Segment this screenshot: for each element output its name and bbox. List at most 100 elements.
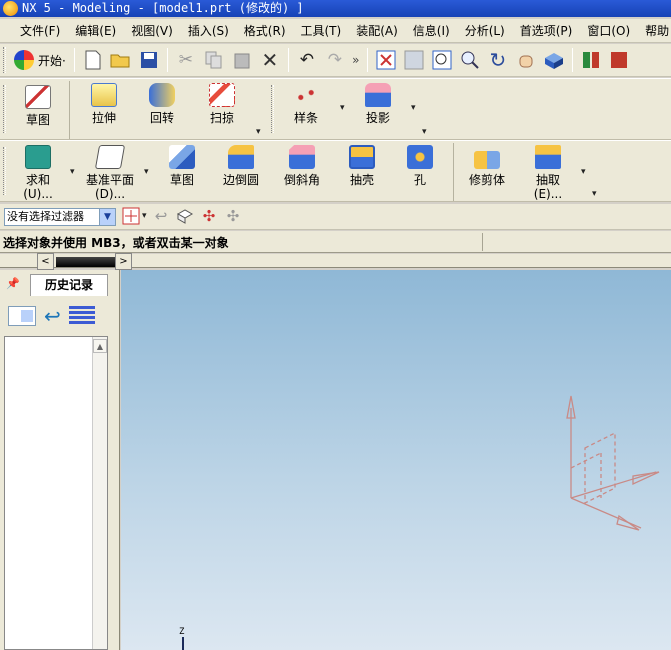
resource-bar-scroller: < > [0, 253, 671, 270]
sketch-group: 草图 [8, 81, 70, 139]
datum-plane-dropdown-arrow[interactable]: ▾ [144, 167, 149, 177]
snap-control-button[interactable]: ✣ [198, 205, 220, 227]
trim-body-label: 修剪体 [468, 173, 505, 187]
trim-body-icon [474, 151, 500, 169]
shell-button[interactable]: 抽壳 [342, 145, 382, 187]
hole-button[interactable]: 孔 [402, 145, 438, 187]
menu-edit[interactable]: 编辑(E) [68, 19, 124, 42]
scissors-icon: ✂ [178, 50, 193, 70]
undo-button[interactable]: ↶ [293, 47, 321, 73]
snap-point-button[interactable] [120, 205, 142, 227]
ribbon1-options-arrow[interactable]: ▾ [422, 127, 427, 137]
selection-filter-select[interactable]: 没有选择过滤器 ▼ [4, 208, 116, 226]
unite-dropdown-arrow[interactable]: ▾ [70, 167, 75, 177]
scroll-up-button[interactable]: ▲ [93, 339, 107, 353]
column-options-icon[interactable] [68, 306, 95, 326]
menu-insert[interactable]: 插入(S) [181, 19, 237, 42]
new-file-button[interactable] [79, 47, 107, 73]
rotate-button[interactable]: ↻ [484, 47, 512, 73]
pan-button[interactable] [512, 47, 540, 73]
extract-icon [535, 145, 561, 169]
toolbar-grip[interactable] [271, 85, 274, 133]
layer-settings-button[interactable] [577, 47, 605, 73]
menu-assembly[interactable]: 装配(A) [349, 19, 406, 42]
menu-tools[interactable]: 工具(T) [294, 19, 350, 42]
history-tree[interactable]: ▲ [4, 336, 108, 650]
unite-button[interactable]: 求和 (U)... [16, 145, 60, 201]
sketch2-button[interactable]: 草图 [162, 145, 202, 187]
hole-icon [407, 145, 433, 169]
spline-dropdown-arrow[interactable]: ▾ [340, 103, 345, 113]
sketch-button[interactable]: 草图 [16, 85, 60, 127]
chamfer-icon [289, 145, 315, 169]
chamfer-label: 倒斜角 [283, 173, 320, 187]
tab-history[interactable]: 历史记录 [30, 274, 108, 296]
tree-vertical-scrollbar[interactable]: ▲ [92, 337, 107, 649]
extract-button[interactable]: 抽取 (E)... [526, 145, 570, 201]
project-button[interactable]: 投影 [358, 83, 398, 125]
menu-analysis[interactable]: 分析(L) [458, 19, 513, 42]
zoom-button[interactable] [456, 47, 484, 73]
menu-view[interactable]: 视图(V) [124, 19, 181, 42]
delete-button[interactable]: ✕ [256, 47, 284, 73]
menu-preferences[interactable]: 首选项(P) [513, 19, 581, 42]
toolbar-grip[interactable] [3, 47, 6, 73]
trim-body-button[interactable]: 修剪体 [464, 145, 510, 187]
unite-label: 求和 [25, 173, 50, 187]
paste-button[interactable] [228, 47, 256, 73]
sweep-dropdown-arrow[interactable]: ▾ [256, 127, 261, 137]
menu-information[interactable]: 信息(I) [406, 19, 458, 42]
toolbar-grip[interactable] [3, 147, 6, 195]
datum-plane-button[interactable]: 基准平面 (D)... [82, 145, 138, 201]
chamfer-button[interactable]: 倒斜角 [280, 145, 324, 187]
scroll-right-button[interactable]: > [115, 253, 132, 270]
cut-button[interactable]: ✂ [172, 47, 200, 73]
chevron-down-icon[interactable]: ▼ [99, 209, 115, 225]
edge-blend-button[interactable]: 边倒圆 [218, 145, 264, 187]
copy-button[interactable] [200, 47, 228, 73]
layer-visible-button[interactable] [605, 47, 633, 73]
zoom-box-button[interactable] [428, 47, 456, 73]
ribbon2-options-arrow[interactable]: ▾ [592, 189, 597, 199]
paste-icon [234, 53, 250, 69]
start-button[interactable]: 开始· [10, 47, 70, 73]
menu-file[interactable]: 文件(F) [13, 19, 68, 42]
revolve-button[interactable]: 回转 [142, 83, 182, 125]
save-button[interactable] [135, 47, 163, 73]
zoom-window-button[interactable] [400, 47, 428, 73]
open-file-button[interactable] [107, 47, 135, 73]
select-body-button[interactable] [174, 205, 196, 227]
navigator-filter-dropdown[interactable] [8, 306, 36, 326]
extract-shortcut: (E)... [533, 187, 563, 201]
extrude-button[interactable]: 拉伸 [84, 83, 124, 125]
save-icon [140, 52, 157, 68]
project-dropdown-arrow[interactable]: ▾ [411, 103, 416, 113]
extract-dropdown-arrow[interactable]: ▾ [581, 167, 586, 177]
shell-icon [349, 145, 375, 169]
layers-visible-icon [610, 52, 627, 68]
selection-undo-button[interactable]: ↩ [150, 205, 172, 227]
menu-window[interactable]: 窗口(O) [580, 19, 638, 42]
snap-settings-button[interactable]: ✣ [222, 205, 244, 227]
undo-icon: ↶ [299, 50, 314, 70]
scroll-left-button[interactable]: < [37, 253, 54, 270]
scroll-thumb[interactable] [56, 257, 116, 267]
sketch-label: 草图 [25, 113, 50, 127]
toolbar-grip[interactable] [3, 85, 6, 133]
graphics-viewport[interactable]: Z [121, 270, 671, 650]
redo-button[interactable]: ↷ [321, 47, 349, 73]
pin-icon[interactable]: 📌 [6, 277, 20, 290]
spline-button[interactable]: 样条 [286, 83, 326, 125]
menu-format[interactable]: 格式(R) [237, 19, 294, 42]
chevron-more-icon: » [352, 53, 360, 67]
sweep-button[interactable]: 扫掠 [202, 83, 242, 125]
fit-view-button[interactable] [372, 47, 400, 73]
return-arrow-icon[interactable]: ↩ [44, 306, 61, 326]
menu-help[interactable]: 帮助 [638, 19, 671, 42]
shaded-view-button[interactable] [540, 47, 568, 73]
snap-dropdown-arrow[interactable]: ▾ [142, 211, 147, 221]
hole-label: 孔 [413, 173, 426, 187]
extrude-icon [91, 83, 117, 107]
toolbar-more-button[interactable]: » [349, 47, 363, 73]
edge-blend-icon [228, 145, 254, 169]
